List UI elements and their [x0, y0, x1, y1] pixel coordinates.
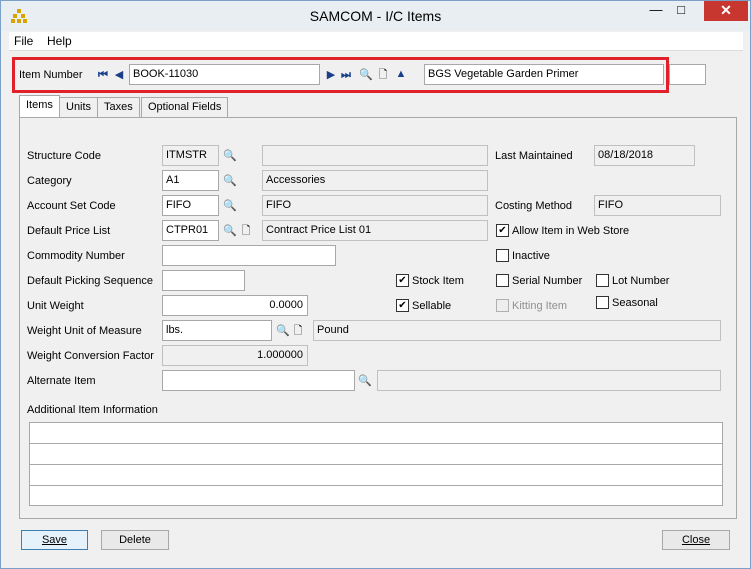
category-label: Category	[27, 175, 72, 187]
alternate-item-input[interactable]	[162, 370, 355, 391]
next-record-icon[interactable]: ▶	[325, 68, 337, 82]
last-maintained-value: 08/18/2018	[594, 145, 695, 166]
default-price-list-desc: Contract Price List 01	[262, 220, 488, 241]
structure-code-desc	[262, 145, 488, 166]
account-set-desc: FIFO	[262, 195, 488, 216]
category-desc: Accessories	[262, 170, 488, 191]
allow-web-store-checkbox[interactable]: ✔	[496, 224, 509, 237]
additional-info-row[interactable]	[30, 423, 722, 444]
stock-item-checkbox[interactable]: ✔	[396, 274, 409, 287]
weight-conversion-factor-value: 1.000000	[162, 345, 308, 366]
first-record-icon[interactable]: ⏮	[97, 68, 109, 82]
inactive-checkbox[interactable]	[496, 249, 509, 262]
sellable-checkbox[interactable]: ✔	[396, 299, 409, 312]
close-button-label: Close	[681, 534, 711, 546]
weight-uom-label: Weight Unit of Measure	[27, 325, 142, 337]
tab-optional-fields[interactable]: Optional Fields	[141, 97, 229, 117]
additional-info-label: Additional Item Information	[27, 404, 158, 416]
commodity-number-label: Commodity Number	[27, 250, 125, 262]
menu-bar: File Help	[9, 32, 743, 51]
alternate-item-desc	[377, 370, 721, 391]
window-title: SAMCOM - I/C Items	[309, 8, 442, 24]
sellable-label: Sellable	[412, 300, 452, 312]
zoom-up-icon[interactable]: ▲	[395, 67, 407, 81]
tab-items[interactable]: Items	[19, 95, 60, 117]
last-record-icon[interactable]: ⏭	[340, 68, 352, 82]
inactive-label: Inactive	[512, 250, 550, 262]
kitting-item-checkbox	[496, 299, 509, 312]
maximize-button[interactable]: □	[666, 1, 696, 21]
save-button[interactable]: Save	[21, 530, 88, 550]
weight-uom-finder-icon[interactable]: 🔍	[276, 324, 290, 338]
commodity-number-input[interactable]	[162, 245, 336, 266]
alternate-item-label: Alternate Item	[27, 375, 96, 387]
tab-units[interactable]: Units	[59, 97, 99, 117]
alternate-item-finder-icon[interactable]: 🔍	[358, 374, 372, 388]
lot-number-label: Lot Number	[612, 275, 670, 287]
item-extra-input[interactable]	[669, 64, 706, 85]
weight-uom-input[interactable]: lbs.	[162, 320, 272, 341]
default-picking-sequence-label: Default Picking Sequence	[27, 275, 153, 287]
default-price-list-label: Default Price List	[27, 225, 111, 237]
menu-help[interactable]: Help	[47, 34, 72, 48]
item-number-label: Item Number	[19, 69, 83, 81]
category-input[interactable]: A1	[162, 170, 219, 191]
lot-number-checkbox[interactable]	[596, 274, 609, 287]
structure-code-label: Structure Code	[27, 150, 101, 162]
seasonal-label: Seasonal	[612, 297, 658, 309]
default-picking-sequence-input[interactable]	[162, 270, 245, 291]
items-panel: Structure Code ITMSTR 🔍 Last Maintained …	[19, 117, 737, 519]
app-window: SAMCOM - I/C Items — □ ✕ File Help Item …	[0, 0, 751, 569]
kitting-item-label: Kitting Item	[512, 300, 568, 312]
weight-uom-desc: Pound	[313, 320, 721, 341]
account-set-finder-icon[interactable]: 🔍	[223, 199, 237, 213]
account-set-code-label: Account Set Code	[27, 200, 116, 212]
item-number-input[interactable]: BOOK-11030	[129, 64, 320, 85]
previous-record-icon[interactable]: ◀	[113, 68, 125, 82]
weight-conversion-factor-label: Weight Conversion Factor	[27, 350, 154, 362]
structure-code-finder-icon[interactable]: 🔍	[223, 149, 237, 163]
finder-icon[interactable]: 🔍	[359, 68, 373, 82]
allow-web-store-label: Allow Item in Web Store	[512, 225, 630, 237]
structure-code-input[interactable]: ITMSTR	[162, 145, 219, 166]
serial-number-label: Serial Number	[512, 275, 583, 287]
item-description-input[interactable]: BGS Vegetable Garden Primer	[424, 64, 664, 85]
category-finder-icon[interactable]: 🔍	[223, 174, 237, 188]
serial-number-checkbox[interactable]	[496, 274, 509, 287]
title-bar: SAMCOM - I/C Items — □ ✕	[1, 1, 750, 31]
unit-weight-input[interactable]: 0.0000	[162, 295, 308, 316]
menu-file[interactable]: File	[14, 34, 33, 48]
tab-taxes[interactable]: Taxes	[97, 97, 140, 117]
additional-info-row[interactable]	[30, 465, 722, 486]
last-maintained-label: Last Maintained	[495, 150, 573, 162]
additional-info-row[interactable]	[30, 486, 722, 507]
new-document-icon[interactable]: 🗋	[377, 68, 389, 82]
price-list-new-icon[interactable]: 🗋	[240, 224, 252, 238]
weight-uom-new-icon[interactable]: 🗋	[292, 324, 304, 338]
delete-button-label: Delete	[119, 534, 151, 546]
save-button-label: Save	[41, 534, 68, 546]
close-window-button[interactable]: ✕	[704, 1, 748, 21]
stock-item-label: Stock Item	[412, 275, 464, 287]
client-area: Item Number ⏮ ◀ BOOK-11030 ▶ ⏭ 🔍 🗋 ▲ BGS…	[9, 51, 743, 562]
additional-info-row[interactable]	[30, 444, 722, 465]
delete-button[interactable]: Delete	[101, 530, 169, 550]
costing-method-label: Costing Method	[495, 200, 573, 212]
unit-weight-label: Unit Weight	[27, 300, 84, 312]
account-set-code-input[interactable]: FIFO	[162, 195, 219, 216]
additional-info-grid[interactable]	[29, 422, 723, 506]
close-button[interactable]: Close	[662, 530, 730, 550]
default-price-list-input[interactable]: CTPR01	[162, 220, 219, 241]
price-list-finder-icon[interactable]: 🔍	[223, 224, 237, 238]
costing-method-value: FIFO	[594, 195, 721, 216]
seasonal-checkbox[interactable]	[596, 296, 609, 309]
